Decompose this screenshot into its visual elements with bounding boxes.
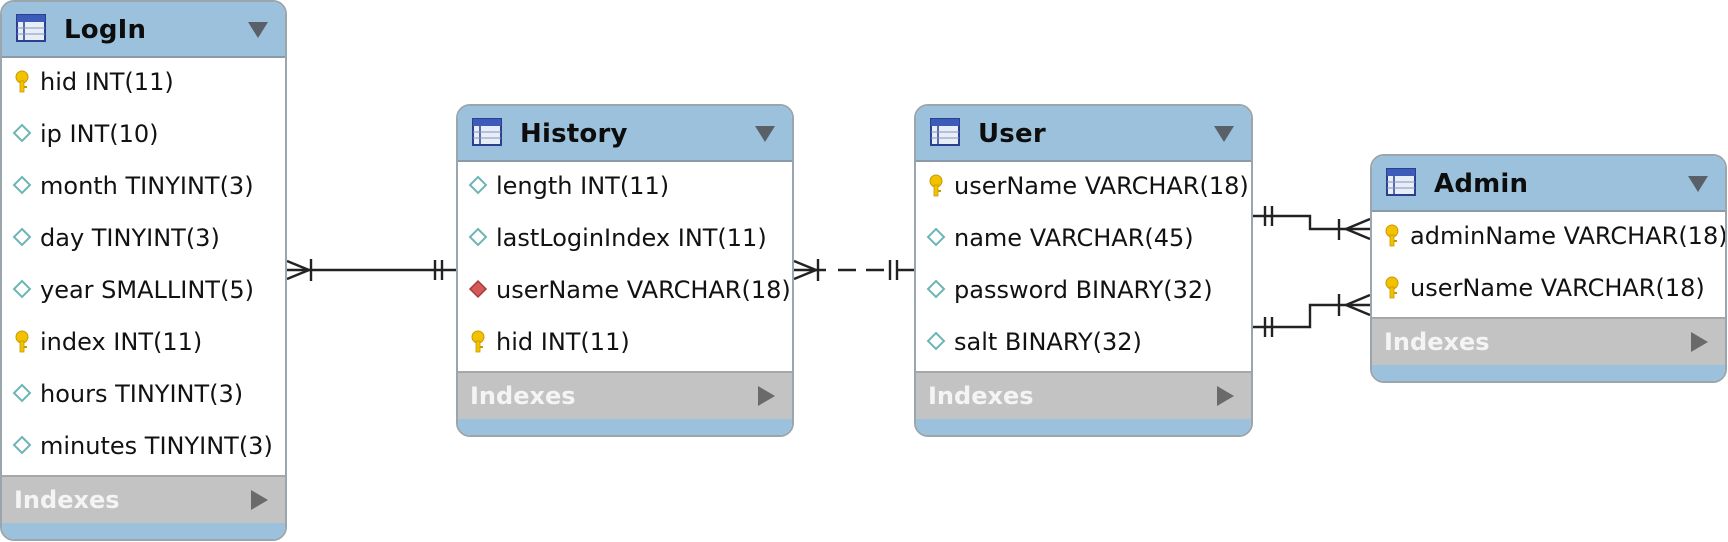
table-header[interactable]: User	[916, 106, 1251, 162]
indexes-section[interactable]: Indexes	[1372, 317, 1725, 365]
table-header[interactable]: History	[458, 106, 792, 162]
column-row[interactable]: password BINARY(32)	[916, 267, 1251, 319]
column-diamond-icon	[468, 227, 488, 247]
column-diamond-icon	[12, 227, 32, 247]
column-label: salt BINARY(32)	[954, 328, 1142, 356]
column-label: year SMALLINT(5)	[40, 276, 254, 304]
expand-arrow-icon[interactable]	[249, 489, 269, 511]
table-icon	[930, 118, 960, 146]
foreign-key-diamond-icon	[468, 279, 488, 299]
column-label: index INT(11)	[40, 328, 203, 356]
column-label: adminName VARCHAR(18)	[1410, 222, 1727, 250]
column-diamond-icon	[926, 331, 946, 351]
column-diamond-icon	[926, 279, 946, 299]
column-row[interactable]: month TINYINT(3)	[2, 163, 285, 215]
column-label: day TINYINT(3)	[40, 224, 220, 252]
column-row[interactable]: userName VARCHAR(18)	[1372, 265, 1725, 317]
column-row[interactable]: year SMALLINT(5)	[2, 267, 285, 319]
column-diamond-icon	[12, 123, 32, 143]
er-diagram-canvas: LogIn hid INT(11) ip INT(10) month TINYI…	[0, 0, 1728, 542]
column-list: adminName VARCHAR(18) userName VARCHAR(1…	[1372, 212, 1725, 317]
collapse-triangle-icon[interactable]	[247, 21, 269, 39]
column-row[interactable]: ip INT(10)	[2, 111, 285, 163]
column-diamond-icon	[12, 279, 32, 299]
table-header[interactable]: Admin	[1372, 156, 1725, 212]
column-diamond-icon	[12, 383, 32, 403]
table-footer	[458, 419, 792, 435]
column-list: length INT(11) lastLoginIndex INT(11) us…	[458, 162, 792, 371]
relationship-login-history[interactable]	[286, 259, 456, 281]
primary-key-icon	[1385, 224, 1399, 247]
column-list: hid INT(11) ip INT(10) month TINYINT(3) …	[2, 58, 285, 475]
column-label: userName VARCHAR(18)	[1410, 274, 1705, 302]
column-row[interactable]: salt BINARY(32)	[916, 319, 1251, 371]
relationship-user-admin-username[interactable]	[1253, 293, 1371, 337]
column-diamond-icon	[12, 435, 32, 455]
table-icon	[1386, 168, 1416, 196]
primary-key-icon	[471, 330, 485, 353]
column-row[interactable]: adminName VARCHAR(18)	[1372, 213, 1725, 265]
column-row[interactable]: userName VARCHAR(18)	[458, 267, 792, 319]
column-row[interactable]: hid INT(11)	[2, 59, 285, 111]
table-header[interactable]: LogIn	[2, 2, 285, 58]
indexes-label: Indexes	[1384, 328, 1490, 356]
indexes-section[interactable]: Indexes	[458, 371, 792, 419]
column-diamond-icon	[12, 175, 32, 195]
column-label: minutes TINYINT(3)	[40, 432, 273, 460]
expand-arrow-icon[interactable]	[756, 385, 776, 407]
column-label: ip INT(10)	[40, 120, 159, 148]
column-label: hours TINYINT(3)	[40, 380, 244, 408]
column-label: userName VARCHAR(18)	[496, 276, 791, 304]
indexes-section[interactable]: Indexes	[916, 371, 1251, 419]
column-label: password BINARY(32)	[954, 276, 1213, 304]
expand-arrow-icon[interactable]	[1689, 331, 1709, 353]
collapse-triangle-icon[interactable]	[1687, 175, 1709, 193]
primary-key-icon	[15, 70, 29, 93]
table-title: User	[978, 119, 1046, 149]
column-row[interactable]: name VARCHAR(45)	[916, 215, 1251, 267]
relationship-history-user[interactable]	[793, 259, 914, 281]
column-list: userName VARCHAR(18) name VARCHAR(45) pa…	[916, 162, 1251, 371]
table-title: LogIn	[64, 15, 147, 45]
column-diamond-icon	[926, 227, 946, 247]
table-footer	[1372, 365, 1725, 381]
column-diamond-icon	[468, 175, 488, 195]
table-title: History	[520, 119, 628, 149]
table-login[interactable]: LogIn hid INT(11) ip INT(10) month TINYI…	[0, 0, 287, 541]
primary-key-icon	[929, 174, 943, 197]
collapse-triangle-icon[interactable]	[754, 125, 776, 143]
column-row[interactable]: length INT(11)	[458, 163, 792, 215]
column-row[interactable]: index INT(11)	[2, 319, 285, 371]
column-row[interactable]: day TINYINT(3)	[2, 215, 285, 267]
indexes-section[interactable]: Indexes	[2, 475, 285, 523]
column-label: lastLoginIndex INT(11)	[496, 224, 767, 252]
table-icon	[472, 118, 502, 146]
column-row[interactable]: hid INT(11)	[458, 319, 792, 371]
column-row[interactable]: lastLoginIndex INT(11)	[458, 215, 792, 267]
indexes-label: Indexes	[928, 382, 1034, 410]
expand-arrow-icon[interactable]	[1215, 385, 1235, 407]
table-user[interactable]: User userName VARCHAR(18) name VARCHAR(4…	[914, 104, 1253, 437]
column-label: month TINYINT(3)	[40, 172, 254, 200]
column-label: hid INT(11)	[496, 328, 630, 356]
table-icon	[16, 14, 46, 42]
column-label: hid INT(11)	[40, 68, 174, 96]
column-row[interactable]: minutes TINYINT(3)	[2, 423, 285, 475]
table-footer	[2, 523, 285, 539]
primary-key-icon	[1385, 276, 1399, 299]
table-title: Admin	[1434, 169, 1529, 199]
collapse-triangle-icon[interactable]	[1213, 125, 1235, 143]
indexes-label: Indexes	[470, 382, 576, 410]
table-footer	[916, 419, 1251, 435]
column-label: length INT(11)	[496, 172, 670, 200]
column-row[interactable]: userName VARCHAR(18)	[916, 163, 1251, 215]
primary-key-icon	[15, 330, 29, 353]
column-row[interactable]: hours TINYINT(3)	[2, 371, 285, 423]
indexes-label: Indexes	[14, 486, 120, 514]
relationship-user-admin-adminname[interactable]	[1253, 206, 1371, 241]
column-label: userName VARCHAR(18)	[954, 172, 1249, 200]
table-admin[interactable]: Admin adminName VARCHAR(18) userName VAR…	[1370, 154, 1727, 383]
table-history[interactable]: History length INT(11) lastLoginIndex IN…	[456, 104, 794, 437]
column-label: name VARCHAR(45)	[954, 224, 1194, 252]
